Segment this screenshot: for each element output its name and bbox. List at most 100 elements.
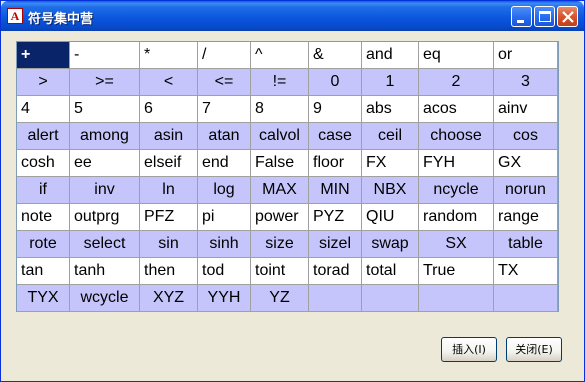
close-icon xyxy=(562,11,574,23)
symbol-cell[interactable]: inv xyxy=(70,177,140,204)
symbol-cell[interactable]: != xyxy=(251,69,309,96)
symbol-cell[interactable]: False xyxy=(251,150,309,177)
symbol-cell[interactable]: torad xyxy=(309,258,362,285)
symbol-cell[interactable]: size xyxy=(251,231,309,258)
symbol-cell[interactable]: note xyxy=(17,204,70,231)
symbol-cell[interactable]: asin xyxy=(140,123,198,150)
symbol-cell[interactable]: PFZ xyxy=(140,204,198,231)
app-icon[interactable]: A xyxy=(7,8,23,24)
symbol-cell[interactable]: 1 xyxy=(362,69,419,96)
symbol-cell[interactable]: tod xyxy=(198,258,251,285)
symbol-cell[interactable]: 9 xyxy=(309,96,362,123)
symbol-cell[interactable]: choose xyxy=(419,123,494,150)
symbol-cell[interactable]: sin xyxy=(140,231,198,258)
symbol-cell[interactable]: <= xyxy=(198,69,251,96)
symbol-cell[interactable]: eq xyxy=(419,42,494,69)
close-window-button[interactable] xyxy=(557,6,578,27)
symbol-cell[interactable]: toint xyxy=(251,258,309,285)
symbol-cell[interactable]: MIN xyxy=(309,177,362,204)
symbol-cell[interactable]: 6 xyxy=(140,96,198,123)
symbol-cell[interactable]: sizel xyxy=(309,231,362,258)
symbol-cell[interactable]: table xyxy=(494,231,558,258)
symbol-cell[interactable]: 3 xyxy=(494,69,558,96)
symbol-cell[interactable]: ln xyxy=(140,177,198,204)
symbol-cell[interactable]: total xyxy=(362,258,419,285)
symbol-cell[interactable]: and xyxy=(362,42,419,69)
symbol-cell[interactable]: 0 xyxy=(309,69,362,96)
symbol-cell[interactable]: & xyxy=(309,42,362,69)
symbol-cell[interactable]: sinh xyxy=(198,231,251,258)
symbol-cell[interactable]: wcycle xyxy=(70,285,140,312)
symbol-cell[interactable]: random xyxy=(419,204,494,231)
empty-cell[interactable] xyxy=(362,285,419,312)
app-icon-glyph: A xyxy=(10,9,20,23)
symbol-cell[interactable]: True xyxy=(419,258,494,285)
symbol-cell[interactable]: TYX xyxy=(17,285,70,312)
symbol-cell[interactable]: 2 xyxy=(419,69,494,96)
symbol-cell[interactable]: ^ xyxy=(251,42,309,69)
symbol-cell[interactable]: 5 xyxy=(70,96,140,123)
symbol-cell[interactable]: outprg xyxy=(70,204,140,231)
symbol-cell[interactable]: calvol xyxy=(251,123,309,150)
symbol-cell[interactable]: * xyxy=(140,42,198,69)
symbol-cell[interactable]: power xyxy=(251,204,309,231)
symbol-cell[interactable]: MAX xyxy=(251,177,309,204)
symbol-cell[interactable]: SX xyxy=(419,231,494,258)
symbol-cell[interactable]: among xyxy=(70,123,140,150)
symbol-cell[interactable]: cos xyxy=(494,123,558,150)
symbol-cell[interactable]: 7 xyxy=(198,96,251,123)
symbol-cell[interactable]: acos xyxy=(419,96,494,123)
symbol-cell[interactable]: ainv xyxy=(494,96,558,123)
symbol-cell[interactable]: if xyxy=(17,177,70,204)
symbol-cell[interactable]: then xyxy=(140,258,198,285)
symbol-cell[interactable]: - xyxy=(70,42,140,69)
symbol-cell[interactable]: norun xyxy=(494,177,558,204)
symbol-cell[interactable]: ceil xyxy=(362,123,419,150)
symbol-cell[interactable]: YYH xyxy=(198,285,251,312)
symbol-cell[interactable]: FX xyxy=(362,150,419,177)
symbol-cell[interactable]: case xyxy=(309,123,362,150)
symbol-cell[interactable]: > xyxy=(17,69,70,96)
maximize-button[interactable] xyxy=(534,6,555,27)
symbol-cell[interactable]: ee xyxy=(70,150,140,177)
empty-cell[interactable] xyxy=(419,285,494,312)
symbol-grid: + - * / ^ & and eq or > >= < <= != 0 1 2 3 4 5 6 7 8 9 abs acos ai… xyxy=(16,41,559,312)
symbol-cell[interactable]: end xyxy=(198,150,251,177)
symbol-cell[interactable]: range xyxy=(494,204,558,231)
insert-button[interactable]: 插入(I) xyxy=(441,337,497,362)
symbol-cell[interactable]: atan xyxy=(198,123,251,150)
empty-cell[interactable] xyxy=(309,285,362,312)
symbol-cell[interactable]: cosh xyxy=(17,150,70,177)
empty-cell[interactable] xyxy=(494,285,558,312)
symbol-cell[interactable]: 4 xyxy=(17,96,70,123)
symbol-cell[interactable]: rote xyxy=(17,231,70,258)
symbol-cell[interactable]: alert xyxy=(17,123,70,150)
symbol-cell[interactable]: or xyxy=(494,42,558,69)
symbol-cell[interactable]: QIU xyxy=(362,204,419,231)
symbol-cell[interactable]: + xyxy=(17,42,70,69)
symbol-cell[interactable]: GX xyxy=(494,150,558,177)
symbol-cell[interactable]: ncycle xyxy=(419,177,494,204)
symbol-cell[interactable]: PYZ xyxy=(309,204,362,231)
minimize-button[interactable] xyxy=(511,6,532,27)
symbol-cell[interactable]: >= xyxy=(70,69,140,96)
symbol-cell[interactable]: elseif xyxy=(140,150,198,177)
symbol-cell[interactable]: abs xyxy=(362,96,419,123)
symbol-cell[interactable]: tan xyxy=(17,258,70,285)
symbol-cell[interactable]: / xyxy=(198,42,251,69)
symbol-cell[interactable]: TX xyxy=(494,258,558,285)
symbol-cell[interactable]: XYZ xyxy=(140,285,198,312)
title-bar[interactable]: A 符号集中营 xyxy=(1,1,584,31)
close-button[interactable]: 关闭(E) xyxy=(506,337,562,362)
symbol-cell[interactable]: tanh xyxy=(70,258,140,285)
symbol-cell[interactable]: NBX xyxy=(362,177,419,204)
symbol-cell[interactable]: swap xyxy=(362,231,419,258)
symbol-cell[interactable]: log xyxy=(198,177,251,204)
symbol-cell[interactable]: floor xyxy=(309,150,362,177)
symbol-cell[interactable]: YZ xyxy=(251,285,309,312)
symbol-cell[interactable]: FYH xyxy=(419,150,494,177)
symbol-cell[interactable]: select xyxy=(70,231,140,258)
symbol-cell[interactable]: < xyxy=(140,69,198,96)
symbol-cell[interactable]: pi xyxy=(198,204,251,231)
symbol-cell[interactable]: 8 xyxy=(251,96,309,123)
